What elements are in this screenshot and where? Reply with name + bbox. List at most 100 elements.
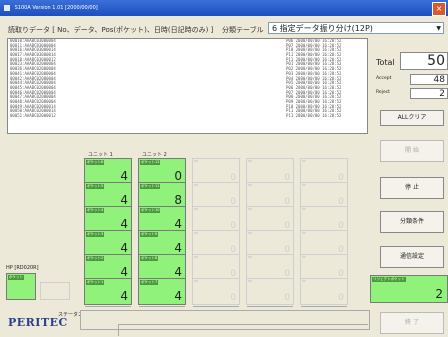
pocket-counter-disabled: 0 — [192, 254, 240, 283]
pocket-tag — [302, 208, 306, 210]
sort-table-select[interactable]: 6 指定データ振り分け(12P) ▼ — [268, 22, 444, 34]
pocket-counter: ポケット11 8 — [138, 182, 186, 211]
pocket-counter: ポケット5 4 — [84, 182, 132, 211]
accept-value: 48 — [410, 74, 448, 85]
status-field — [118, 324, 368, 336]
pocket-counter-disabled: 0 — [192, 278, 240, 307]
pocket-count: 4 — [120, 289, 128, 303]
end-button[interactable]: 終 了 — [380, 312, 444, 334]
pocket-tag — [194, 184, 198, 186]
pocket-divider — [139, 304, 185, 307]
pocket-tag: ポケット1 — [86, 280, 105, 285]
reject-value: 2 — [410, 88, 448, 99]
pocket-counter-disabled: 0 — [246, 182, 294, 211]
hp-slot — [40, 282, 70, 300]
pocket-counter-disabled: 0 — [246, 254, 294, 283]
list-item-data: 00051:AAABC02000012 — [10, 113, 56, 118]
pocket-counter-disabled: 0 — [246, 230, 294, 259]
receive-data-label: 読取りデータ [ No、データ、Pos(ポケット)、日時(日記時のみ) ] — [8, 26, 214, 34]
stop-button[interactable]: 停 止 — [380, 177, 444, 199]
pocket-count: 4 — [174, 241, 182, 255]
pocket-count: 4 — [120, 169, 128, 183]
pocket-tag: ポケット6 — [86, 160, 105, 165]
pocket-tag: ポケット9 — [140, 232, 159, 237]
total-value: 50 — [400, 52, 448, 70]
accept-label: Accept — [376, 76, 392, 81]
pocket-counter: ポケット12 0 — [138, 158, 186, 187]
pocket-tag — [248, 256, 252, 258]
pocket-counter: ポケット10 4 — [138, 206, 186, 235]
pocket-counter-disabled: 0 — [300, 182, 348, 211]
hp-label: HP [RD020R] — [6, 265, 39, 271]
sort-condition-button[interactable]: 分類条件 — [380, 211, 444, 233]
pocket-divider — [193, 304, 239, 307]
reject-pocket: リジェクトポケット 2 — [370, 275, 448, 303]
list-item-pos-time: P11 2000/00/00 16:20:52 — [286, 113, 342, 118]
pocket-tag — [248, 232, 252, 234]
reject-pocket-value: 2 — [435, 287, 443, 301]
window-title: S100A Version 1.01 [2000/00/00] — [14, 5, 98, 11]
pocket-tag — [302, 280, 306, 282]
pocket-tag — [302, 232, 306, 234]
pocket-counter-disabled: 0 — [192, 158, 240, 187]
pocket-counter-disabled: 0 — [192, 206, 240, 235]
pocket-divider — [247, 304, 293, 307]
pocket-tag — [194, 208, 198, 210]
pocket-grid: ユニット 1 ユニット 2 ポケット6 4 ポケット12 0 0 0 0 ポケット5 4 ポ… — [80, 152, 370, 307]
reject-label: Reject — [376, 90, 390, 95]
pocket-tag — [248, 184, 252, 186]
pocket-tag — [248, 160, 252, 162]
pocket-divider — [301, 304, 347, 307]
pocket-count: 0 — [338, 293, 344, 303]
pocket-count: 4 — [174, 217, 182, 231]
pocket-counter-disabled: 0 — [300, 158, 348, 187]
pocket-counter: ポケット4 4 — [84, 206, 132, 235]
pocket-counter-disabled: 0 — [300, 254, 348, 283]
pocket-count: 4 — [120, 241, 128, 255]
pocket-count: 0 — [284, 293, 290, 303]
received-data-list[interactable]: 00010:AAABC03000004 P06 2000/00/00 16:20:… — [7, 38, 368, 134]
close-icon[interactable]: × — [432, 2, 446, 16]
pocket-counter-disabled: 0 — [246, 158, 294, 187]
list-item[interactable]: 00051:AAABC02000012 P11 2000/00/00 16:20:… — [8, 113, 367, 119]
pocket-tag — [194, 256, 198, 258]
pocket-tag: ポケット10 — [140, 208, 161, 213]
pocket-count: 4 — [120, 217, 128, 231]
pocket-counter: ポケット1 4 — [84, 278, 132, 307]
pocket-counter: ポケット2 4 — [84, 254, 132, 283]
pocket-counter-disabled: 0 — [246, 206, 294, 235]
pocket-tag — [302, 256, 306, 258]
pocket-tag: ポケット3 — [86, 232, 105, 237]
comm-settings-button[interactable]: 通信設定 — [380, 246, 444, 268]
pocket-tag — [302, 184, 306, 186]
pocket-counter-disabled: 0 — [300, 230, 348, 259]
pocket-counter: ポケット6 4 — [84, 158, 132, 187]
pocket-tag — [248, 280, 252, 282]
sort-table-value: 指定データ振り分け(12P) — [279, 24, 373, 33]
pocket-tag — [194, 160, 198, 162]
pocket-counter-disabled: 0 — [300, 206, 348, 235]
app-icon — [4, 4, 10, 11]
pocket-counter-disabled: 0 — [192, 230, 240, 259]
pocket-counter: ポケット7 4 — [138, 278, 186, 307]
pocket-tag: ポケット4 — [86, 208, 105, 213]
pocket-count: 4 — [120, 265, 128, 279]
unit1-label: ユニット 1 — [88, 152, 113, 158]
all-clear-button[interactable]: ALLクリア — [380, 110, 444, 126]
pocket-counter-disabled: 0 — [300, 278, 348, 307]
pocket-tag: ポケット12 — [140, 160, 161, 165]
pocket-tag — [194, 280, 198, 282]
pocket-counter: ポケット8 4 — [138, 254, 186, 283]
chevron-down-icon[interactable]: ▼ — [436, 23, 441, 33]
hp-pocket-tag: ポケット — [8, 275, 24, 280]
pocket-divider — [85, 304, 131, 307]
pocket-tag — [248, 208, 252, 210]
total-label: Total — [376, 58, 395, 67]
sort-table-number: 6 — [272, 24, 278, 33]
pocket-counter: ポケット3 4 — [84, 230, 132, 259]
title-bar: S100A Version 1.01 [2000/00/00] × — [0, 0, 448, 16]
pocket-counter: ポケット9 4 — [138, 230, 186, 259]
pocket-tag: ポケット2 — [86, 256, 105, 261]
start-button[interactable]: 開 始 — [380, 140, 444, 162]
sort-table-label: 分類テーブル — [222, 26, 264, 34]
